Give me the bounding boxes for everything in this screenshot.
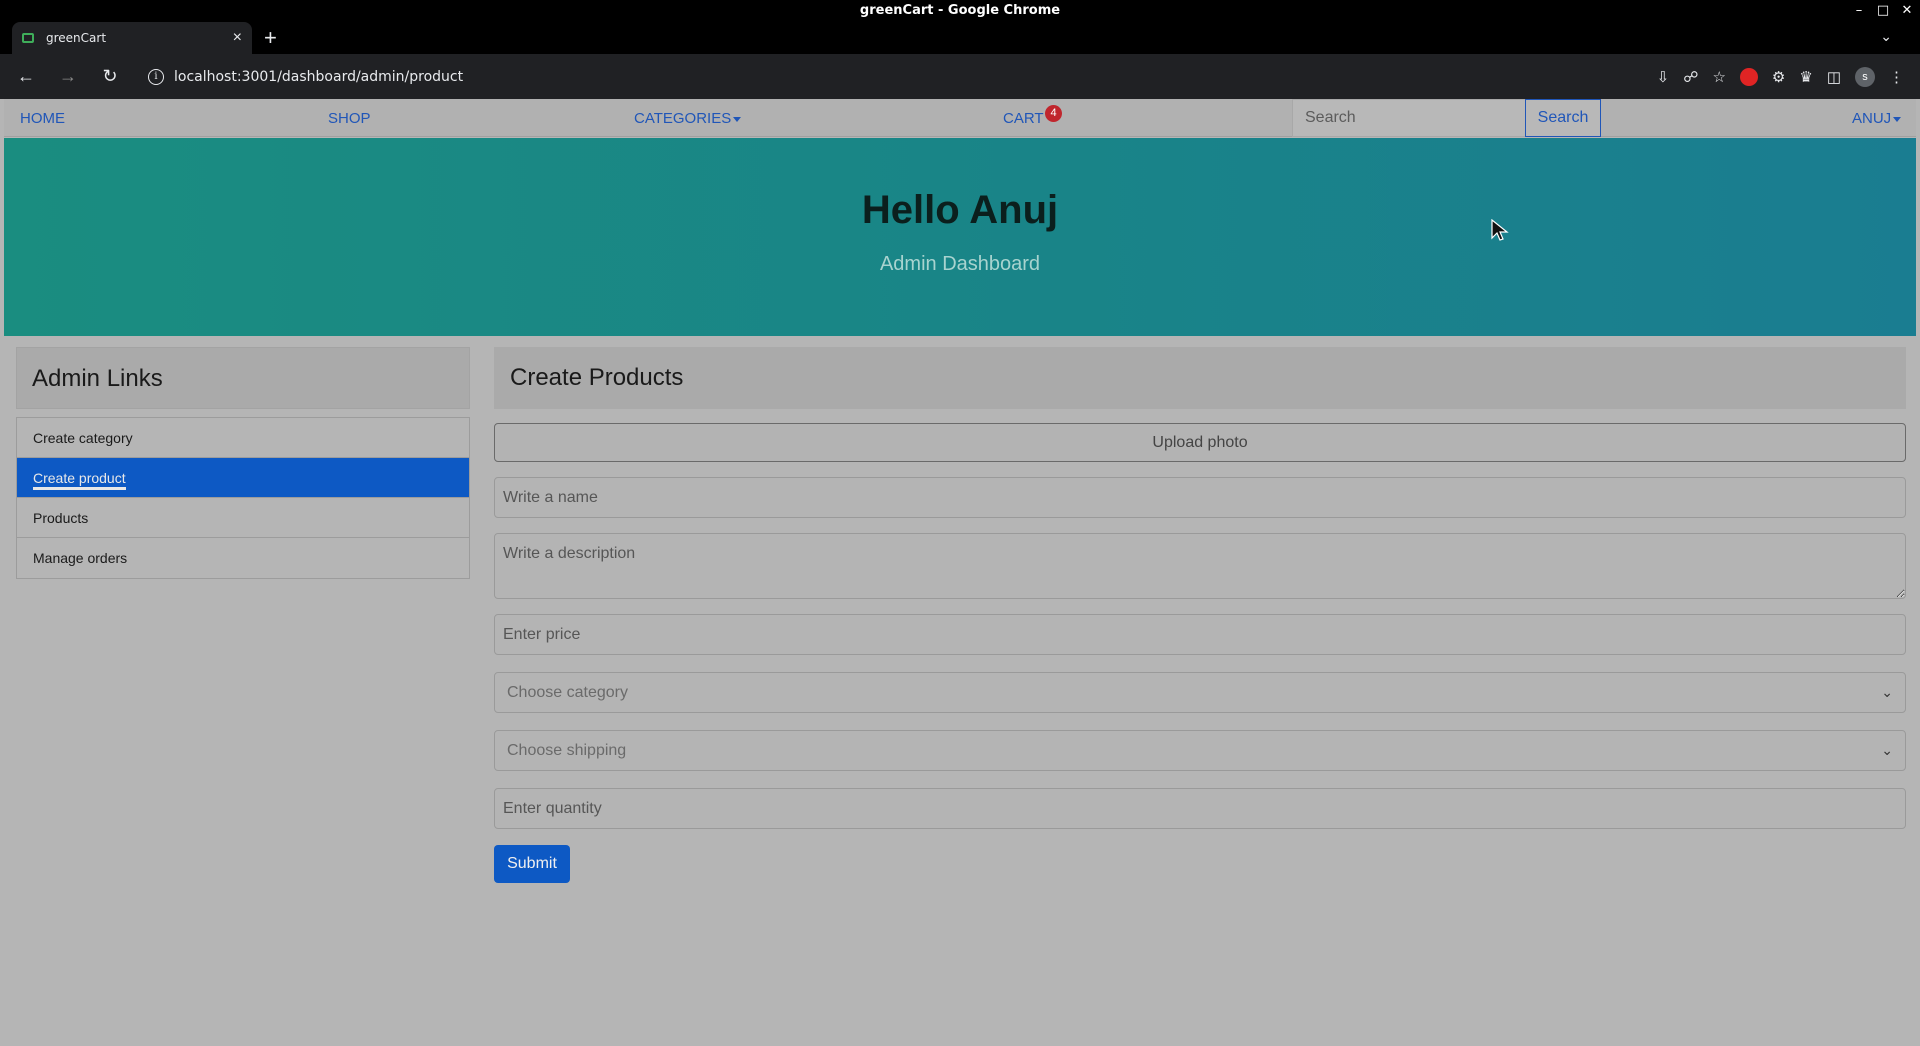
category-select[interactable]: Choose category ⌄: [494, 672, 1906, 713]
site-navbar: HOME SHOP CATEGORIES CART4 Search ANUJ: [4, 99, 1916, 137]
maximize-icon[interactable]: □: [1876, 0, 1890, 22]
tab-title: greenCart: [46, 31, 107, 45]
search-input[interactable]: [1292, 99, 1526, 137]
window-title: greenCart - Google Chrome: [859, 3, 1061, 18]
caret-down-icon: [733, 116, 742, 122]
extensions-puzzle-icon[interactable]: ♛: [1799, 68, 1812, 86]
sidebar-item-create-category[interactable]: Create category: [17, 418, 469, 458]
sidebar-item-products[interactable]: Products: [17, 498, 469, 538]
sidebar-item-label: Products: [33, 510, 89, 526]
hero-title: Hello Anuj: [861, 188, 1059, 232]
window-titlebar: greenCart - Google Chrome – □ ✕: [0, 0, 1920, 22]
bookmark-star-icon[interactable]: ☆: [1712, 68, 1725, 86]
form-heading: Create Products: [494, 347, 1906, 409]
admin-sidebar: Admin Links Create category Create produ…: [16, 347, 470, 579]
sidebar-item-create-product[interactable]: Create product: [17, 458, 469, 498]
cart-label: CART: [1003, 110, 1044, 127]
minimize-icon[interactable]: –: [1852, 0, 1866, 22]
side-panel-icon[interactable]: ◫: [1827, 68, 1841, 86]
tab-close-icon[interactable]: ×: [233, 29, 242, 47]
submit-button[interactable]: Submit: [494, 845, 570, 883]
close-window-icon[interactable]: ✕: [1900, 0, 1914, 22]
category-select-value: Choose category: [507, 683, 628, 701]
profile-avatar[interactable]: s: [1855, 66, 1875, 87]
site-info-icon[interactable]: i: [148, 68, 164, 85]
sidebar-heading: Admin Links: [16, 347, 470, 409]
admin-links-list: Create category Create product Products …: [16, 417, 470, 579]
back-icon[interactable]: ←: [10, 66, 42, 87]
mouse-cursor-icon: [1491, 219, 1509, 241]
quantity-input[interactable]: [494, 788, 1906, 829]
nav-categories-dropdown[interactable]: CATEGORIES: [634, 110, 742, 127]
forward-icon[interactable]: →: [52, 66, 84, 87]
categories-label: CATEGORIES: [634, 110, 732, 127]
nav-shop-link[interactable]: SHOP: [328, 110, 371, 127]
favicon-icon: [22, 33, 34, 43]
sidebar-item-label: Create category: [33, 430, 133, 446]
nav-cart-link[interactable]: CART 4: [1003, 105, 1062, 127]
user-menu-dropdown[interactable]: ANUJ: [1852, 110, 1902, 127]
cart-count-badge: 4: [1045, 105, 1062, 122]
shipping-select-value: Choose shipping: [507, 741, 627, 759]
upload-photo-button[interactable]: Upload photo: [494, 423, 1906, 462]
install-icon[interactable]: ⇩: [1657, 68, 1670, 86]
shipping-select[interactable]: Choose shipping ⌄: [494, 730, 1906, 771]
browser-toolbar: ← → ↻ i localhost:3001/dashboard/admin/p…: [0, 54, 1920, 99]
search-button[interactable]: Search: [1525, 99, 1601, 137]
sidebar-item-label: Create product: [33, 470, 126, 490]
nav-home-link[interactable]: HOME: [20, 110, 65, 127]
sidebar-item-manage-orders[interactable]: Manage orders: [17, 538, 469, 578]
share-icon[interactable]: ☍: [1683, 68, 1698, 86]
price-input[interactable]: [494, 614, 1906, 655]
address-bar[interactable]: i localhost:3001/dashboard/admin/product: [138, 60, 1618, 94]
tab-strip: greenCart × + ⌄: [0, 22, 1920, 54]
name-input[interactable]: [494, 477, 1906, 518]
chevron-down-icon: ⌄: [1881, 742, 1893, 758]
create-product-form: Create Products Upload photo Choose cate…: [494, 347, 1906, 883]
reload-icon[interactable]: ↻: [94, 66, 126, 87]
url-text: localhost:3001/dashboard/admin/product: [174, 68, 464, 85]
extension-gear-icon[interactable]: ⚙: [1772, 68, 1785, 86]
page-viewport: HOME SHOP CATEGORIES CART4 Search ANUJ H…: [4, 99, 1916, 1046]
description-textarea[interactable]: [494, 533, 1906, 599]
tab-search-chevron-icon[interactable]: ⌄: [1880, 28, 1892, 45]
hero-banner: Hello Anuj Admin Dashboard: [4, 138, 1916, 336]
new-tab-icon[interactable]: +: [264, 25, 277, 51]
sidebar-item-label: Manage orders: [33, 550, 128, 566]
menu-kebab-icon[interactable]: ⋮: [1889, 68, 1904, 86]
browser-tab[interactable]: greenCart ×: [12, 22, 252, 54]
user-name: ANUJ: [1852, 110, 1892, 127]
extension-red-icon[interactable]: [1739, 67, 1758, 86]
hero-subtitle: Admin Dashboard: [879, 253, 1041, 275]
caret-down-icon: [1893, 116, 1902, 122]
chevron-down-icon: ⌄: [1881, 684, 1893, 700]
